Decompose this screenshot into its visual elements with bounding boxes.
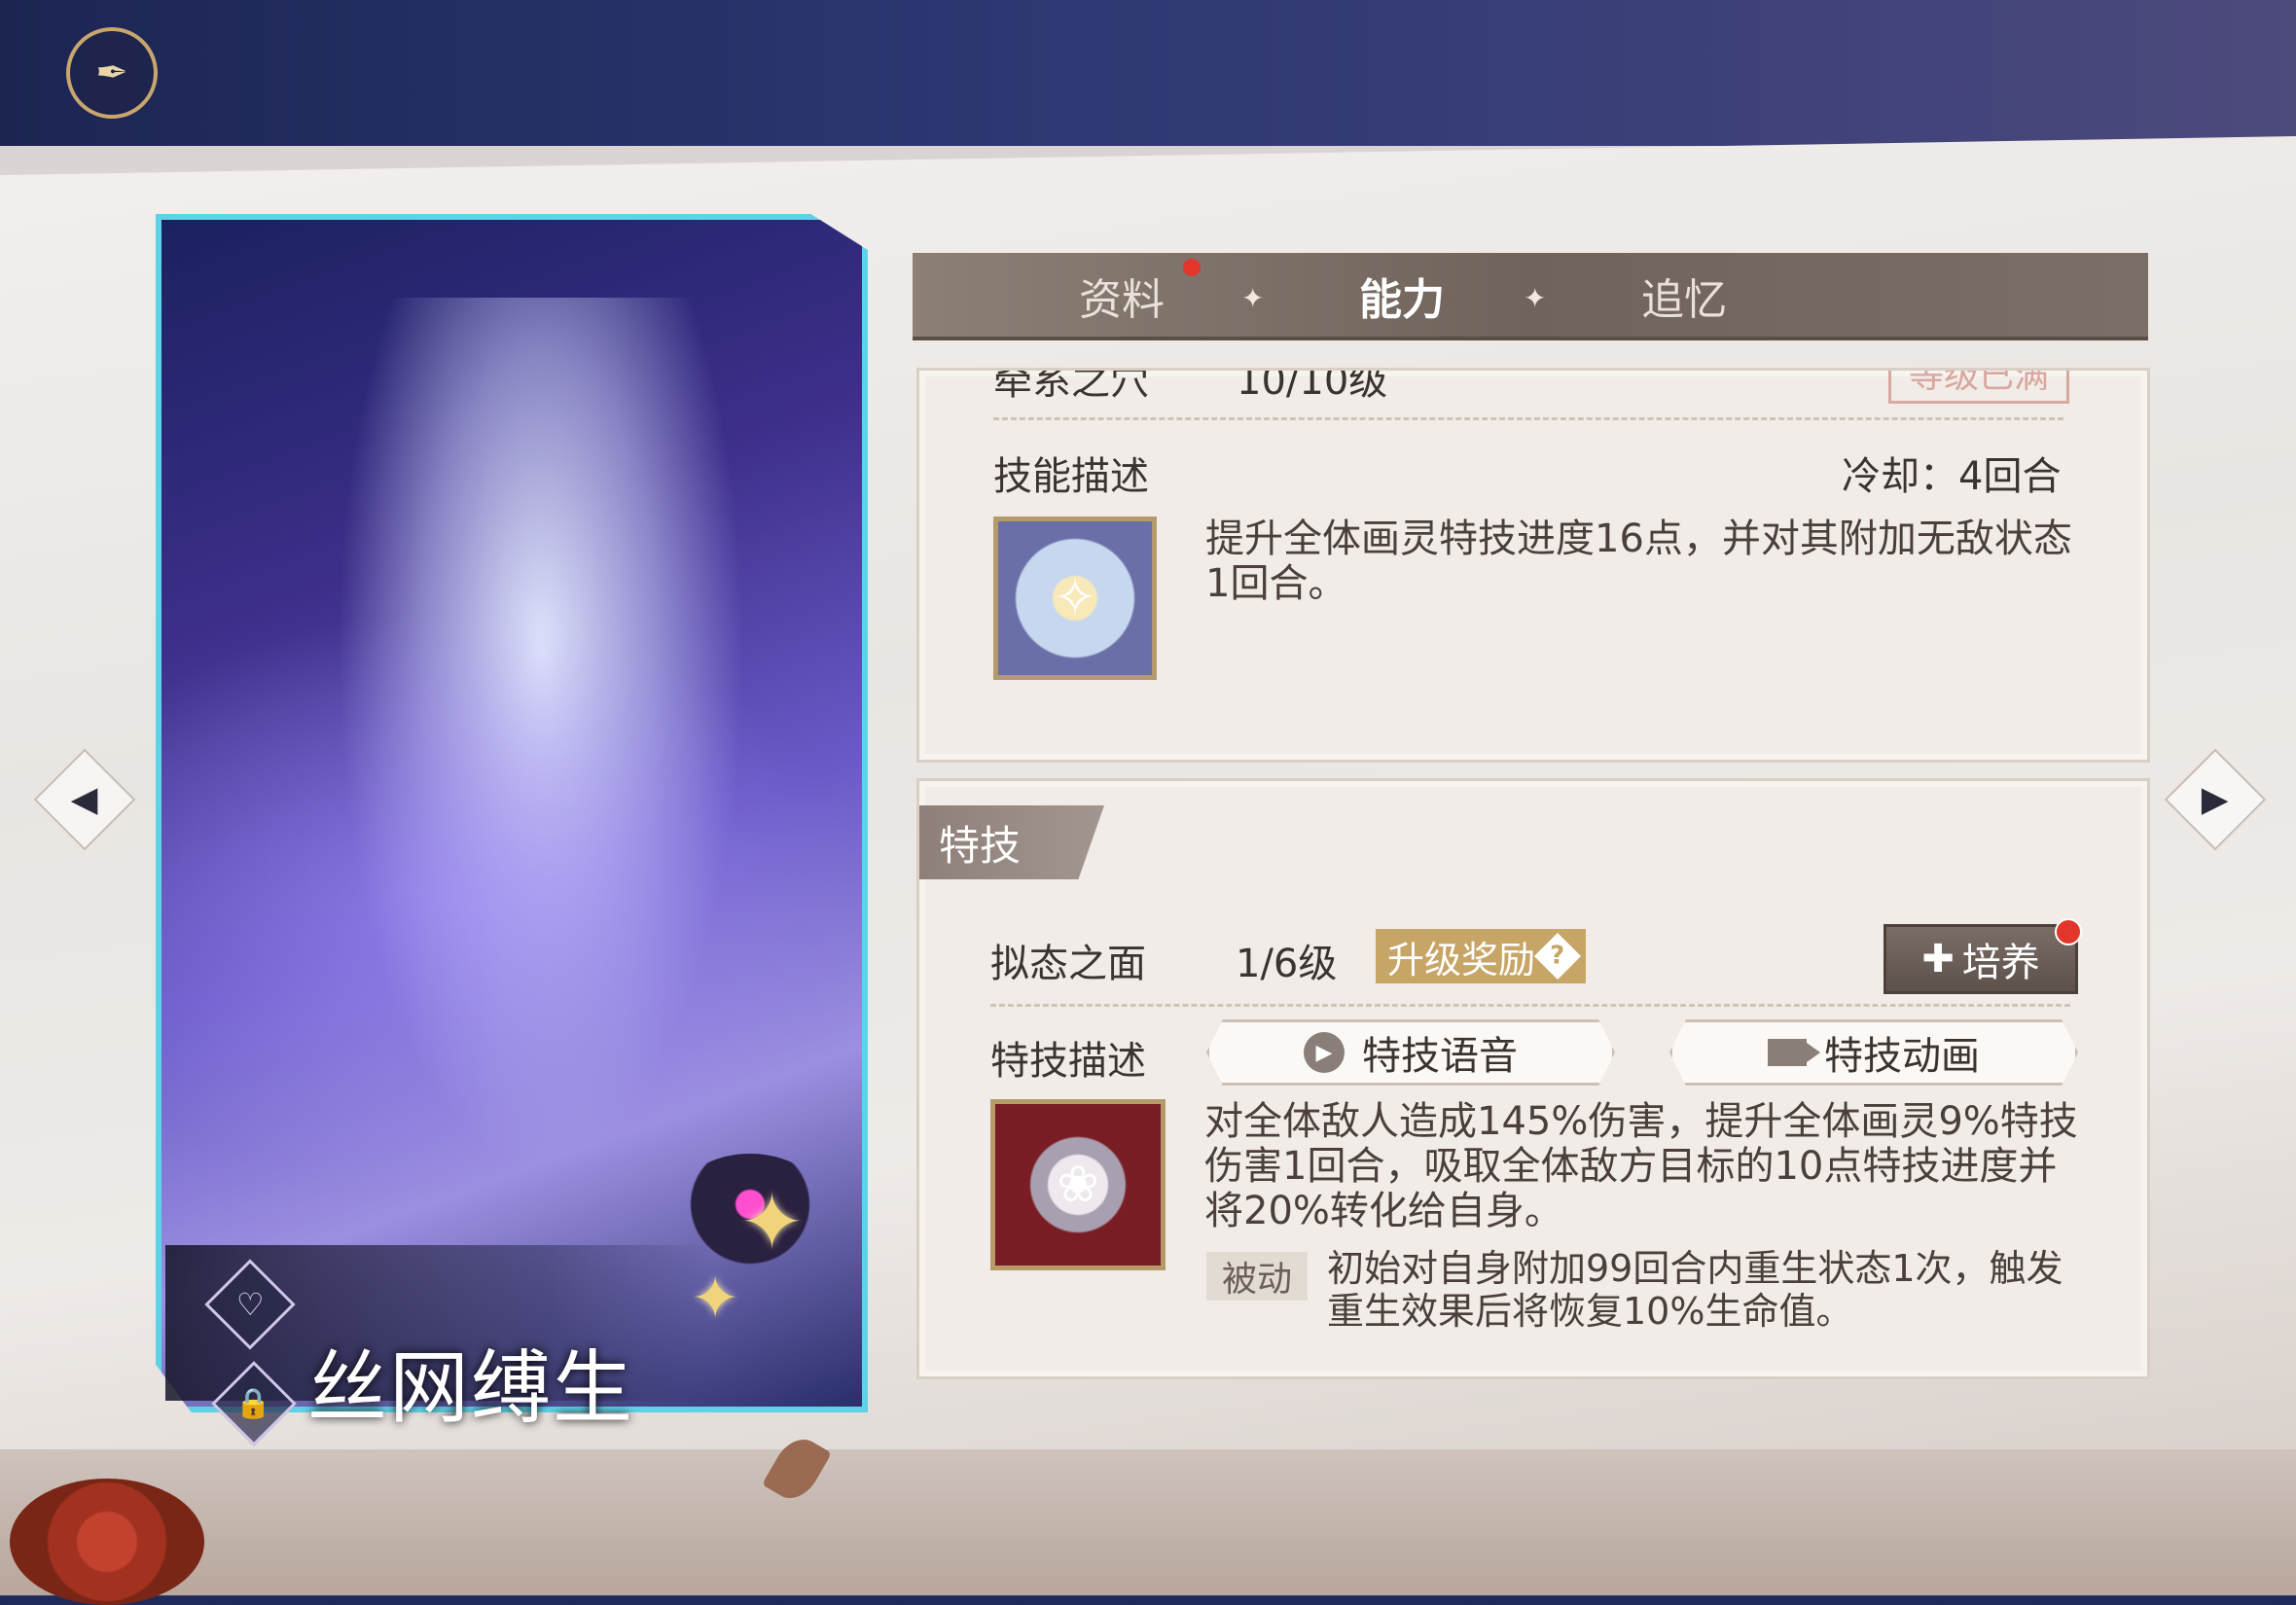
passive-description: 初始对自身附加99回合内重生状态1次，触发重生效果后将恢复10%生命值。	[1327, 1247, 2063, 1333]
skill-panel: 牵系之穴 10/10级 等级已满 技能描述 冷却：4回合 ✧ 提升全体画灵特技进…	[916, 368, 2150, 763]
divider	[990, 1004, 2070, 1007]
special-icon[interactable]: ❀	[990, 1099, 1166, 1270]
notification-dot	[2055, 918, 2082, 945]
animation-label: 特技动画	[1824, 1034, 1980, 1079]
rose-decoration	[10, 1479, 204, 1605]
character-card-area: ♡ 🔒 丝网缚生 ✦ ✦	[58, 117, 934, 1446]
section-tag-special: 特技	[919, 805, 1104, 879]
web-glow	[161, 609, 862, 1193]
special-desc-label: 特技描述	[990, 1039, 1146, 1084]
tab-label: 能力	[1359, 275, 1445, 325]
skill-name: 牵系之穴	[993, 368, 1149, 404]
skill-level: 10/10级	[1237, 368, 1388, 404]
tab-memory[interactable]: 追忆	[1621, 267, 1747, 325]
special-animation-button[interactable]: 特技动画	[1669, 1019, 2078, 1086]
upgrade-reward-label: 升级奖励	[1387, 938, 1536, 981]
cooldown-text: 冷却：4回合	[1842, 454, 2062, 499]
floor-background	[0, 1449, 2296, 1595]
train-button[interactable]: ✚ 培养	[1883, 924, 2078, 994]
skill-description: 提升全体画灵特技进度16点，并对其附加无敌状态1回合。	[1205, 517, 2072, 606]
train-label: 培养	[1961, 941, 2040, 985]
angel-icon: ✧	[1054, 569, 1096, 627]
tab-ability[interactable]: 能力	[1339, 267, 1465, 325]
star-divider-icon: ✦	[1241, 282, 1265, 314]
max-level-badge: 等级已满	[1888, 371, 2069, 404]
divider	[993, 417, 2063, 420]
upgrade-reward-button[interactable]: 升级奖励 ?	[1376, 929, 1587, 983]
left-arrow-icon: ◀	[71, 779, 98, 820]
character-name: 丝网缚生	[307, 1342, 635, 1435]
star-divider-icon: ✦	[1524, 282, 1547, 314]
video-camera-icon	[1768, 1039, 1820, 1066]
voice-label: 特技语音	[1362, 1034, 1518, 1079]
special-level: 1/6级	[1236, 942, 1338, 986]
skill-desc-label: 技能描述	[993, 454, 1149, 499]
passive-tag: 被动	[1206, 1252, 1308, 1301]
sparkle-icon: ✦	[739, 1177, 806, 1267]
flower-frame-icon: ❀	[1057, 1156, 1099, 1214]
pen-nib-icon: ✒	[66, 27, 158, 119]
tab-profile[interactable]: 资料	[1058, 267, 1185, 325]
question-icon: ?	[1533, 932, 1582, 981]
tab-bar: 资料 ✦ 能力 ✦ 追忆	[913, 253, 2148, 340]
home-button[interactable]: ✒	[43, 8, 179, 132]
skill-icon[interactable]: ✧	[993, 517, 1157, 680]
notification-dot	[1183, 259, 1201, 276]
right-arrow-icon: ▶	[2202, 779, 2229, 820]
tab-label: 追忆	[1641, 275, 1727, 325]
special-name: 拟态之面	[990, 942, 1146, 986]
play-icon: ▶	[1304, 1032, 1345, 1073]
plus-icon: ✚	[1921, 937, 1955, 981]
sparkle-icon: ✦	[691, 1265, 740, 1333]
special-description: 对全体敌人造成145%伤害，提升全体画灵9%特技伤害1回合，吸取全体敌方目标的1…	[1204, 1099, 2078, 1233]
special-voice-button[interactable]: ▶ 特技语音	[1206, 1019, 1615, 1086]
tab-label: 资料	[1079, 275, 1165, 325]
